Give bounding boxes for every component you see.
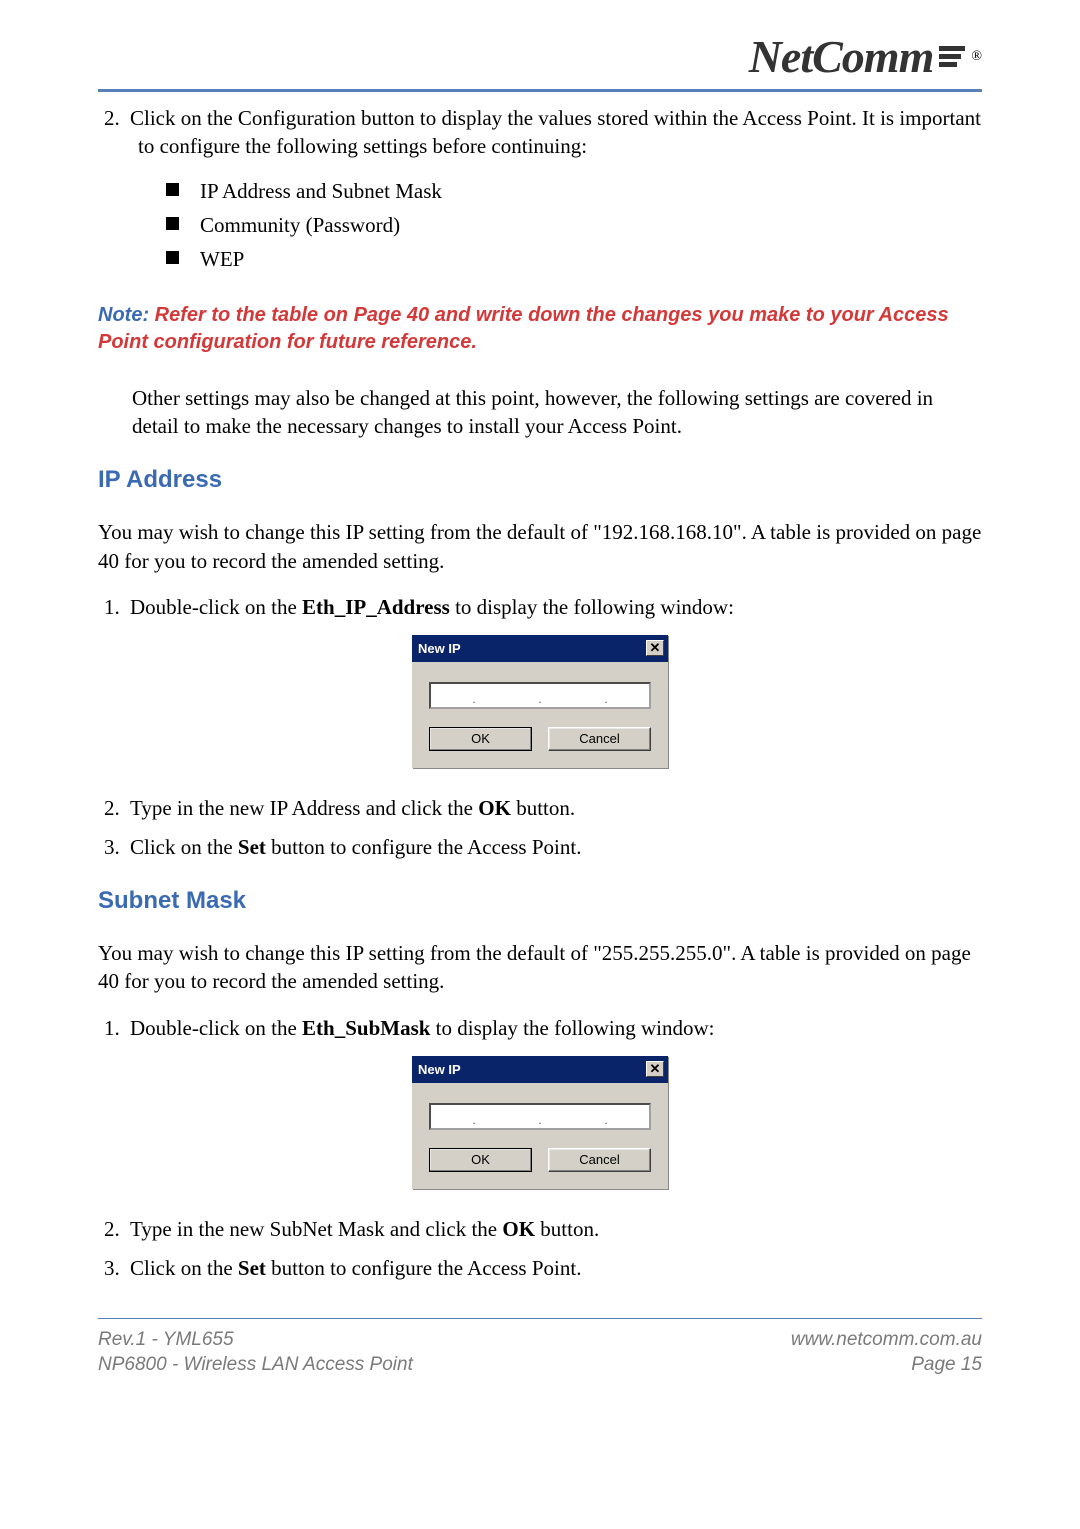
footer-left: Rev.1 - YML655 NP6800 - Wireless LAN Acc…: [98, 1327, 413, 1378]
ip-intro-para: You may wish to change this IP setting f…: [98, 518, 982, 575]
ok-bold: OK: [502, 1217, 535, 1241]
ip-address-input[interactable]: . . .: [429, 1103, 651, 1130]
page-header: NetComm ®: [98, 30, 982, 92]
subnet-step-1: 1.Double-click on the Eth_SubMask to dis…: [132, 1014, 982, 1042]
bullet-wep: WEP: [166, 245, 982, 273]
other-settings-para: Other settings may also be changed at th…: [132, 384, 982, 441]
dialog-body: . . . OK Cancel: [412, 1083, 668, 1189]
intro-step-2: 2.Click on the Configuration button to d…: [132, 104, 982, 161]
ip-address-input[interactable]: . . .: [429, 682, 651, 709]
doc-product: NP6800 - Wireless LAN Access Point: [98, 1352, 413, 1378]
new-ip-dialog: New IP ✕ . . . OK Cancel: [412, 635, 668, 768]
doc-url: www.netcomm.com.au: [791, 1327, 982, 1353]
dialog-titlebar[interactable]: New IP ✕: [412, 635, 668, 662]
bullet-community: Community (Password): [166, 211, 982, 239]
close-icon[interactable]: ✕: [646, 1061, 664, 1077]
list-number: 2.: [104, 1215, 130, 1243]
ip-step-3: 3.Click on the Set button to configure t…: [132, 833, 982, 861]
set-bold: Set: [238, 835, 266, 859]
dialog-title-text: New IP: [418, 1062, 461, 1077]
list-number: 2.: [104, 794, 130, 822]
bullet-ip-subnet: IP Address and Subnet Mask: [166, 177, 982, 205]
registered-mark: ®: [971, 49, 982, 65]
ok-button[interactable]: OK: [429, 1148, 532, 1172]
list-number: 1.: [104, 1014, 130, 1042]
intro-text: Click on the Configuration button to dis…: [130, 106, 981, 158]
cancel-button[interactable]: Cancel: [548, 1148, 651, 1172]
note-text: Refer to the table on Page 40 and write …: [98, 304, 949, 353]
dialog-title-text: New IP: [418, 641, 461, 656]
dialog-body: . . . OK Cancel: [412, 662, 668, 768]
list-number: 3.: [104, 1254, 130, 1282]
page-footer: Rev.1 - YML655 NP6800 - Wireless LAN Acc…: [98, 1327, 982, 1378]
ok-button[interactable]: OK: [429, 727, 532, 751]
heading-ip-address: IP Address: [98, 466, 982, 494]
config-bullet-list: IP Address and Subnet Mask Community (Pa…: [166, 177, 982, 274]
cancel-button[interactable]: Cancel: [548, 727, 651, 751]
dialog-titlebar[interactable]: New IP ✕: [412, 1056, 668, 1083]
subnet-intro-para: You may wish to change this IP setting f…: [98, 939, 982, 996]
close-icon[interactable]: ✕: [646, 640, 664, 656]
eth-ip-address-label: Eth_IP_Address: [302, 595, 450, 619]
ip-step-1: 1.Double-click on the Eth_IP_Address to …: [132, 593, 982, 621]
footer-right: www.netcomm.com.au Page 15: [791, 1327, 982, 1378]
subnet-step-2: 2.Type in the new SubNet Mask and click …: [132, 1215, 982, 1243]
list-number: 2.: [104, 104, 130, 132]
note-prefix: Note:: [98, 304, 149, 326]
page-number: Page 15: [791, 1352, 982, 1378]
doc-revision: Rev.1 - YML655: [98, 1327, 413, 1353]
new-ip-dialog-2: New IP ✕ . . . OK Cancel: [412, 1056, 668, 1189]
logo-bars-icon: [939, 46, 965, 67]
subnet-step-3: 3.Click on the Set button to configure t…: [132, 1254, 982, 1282]
heading-subnet-mask: Subnet Mask: [98, 887, 982, 915]
brand-name: NetComm: [749, 30, 934, 83]
note-block: Note: Refer to the table on Page 40 and …: [98, 302, 982, 356]
eth-submask-label: Eth_SubMask: [302, 1016, 430, 1040]
list-number: 3.: [104, 833, 130, 861]
brand-logo: NetComm ®: [749, 30, 982, 83]
ip-step-2: 2.Type in the new IP Address and click t…: [132, 794, 982, 822]
footer-rule: [98, 1318, 982, 1327]
list-number: 1.: [104, 593, 130, 621]
ok-bold: OK: [478, 796, 511, 820]
set-bold: Set: [238, 1256, 266, 1280]
